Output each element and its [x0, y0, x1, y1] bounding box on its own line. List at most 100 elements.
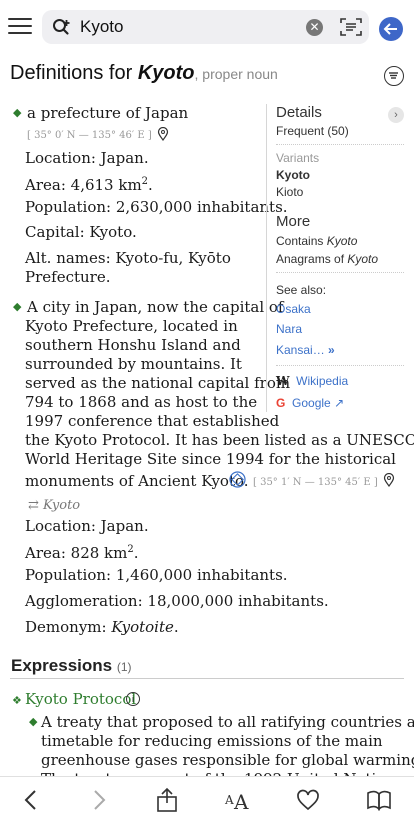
expression-bullet-icon: ❖ — [12, 694, 22, 707]
expression-definition-line: timetable for reducing emissions of the … — [41, 732, 383, 750]
population-text: Population: 2,630,000 inhabitants. — [25, 198, 288, 216]
info-icon[interactable]: i — [126, 692, 140, 706]
share-icon[interactable] — [154, 787, 180, 813]
scan-text-icon[interactable] — [340, 17, 362, 37]
see-also-link[interactable]: Kansai… » — [276, 343, 335, 357]
top-bar: Kyoto ✕ — [0, 0, 414, 56]
see-also-label: See also: — [276, 283, 327, 297]
agglomeration-text: Agglomeration: 18,000,000 inhabitants. — [25, 592, 329, 610]
filter-icon[interactable] — [384, 66, 404, 86]
definition-line: A city in Japan, now the capital of — [27, 298, 284, 316]
definition-line: Kyoto Prefecture, located in — [25, 317, 238, 335]
contains-prefix: Contains — [276, 234, 327, 248]
part-of-speech: , proper noun — [194, 66, 278, 82]
wikipedia-icon: W — [276, 374, 290, 388]
definition-line: 794 to 1868 and as host to the — [25, 393, 258, 411]
variant-item[interactable]: Kyoto — [276, 168, 310, 182]
expressions-heading: Expressions (1) — [11, 656, 132, 676]
definition-line: the Kyoto Protocol. It has been listed a… — [25, 431, 414, 449]
anagrams-prefix: Anagrams of — [276, 252, 348, 266]
contains-link[interactable]: Contains Kyoto — [276, 234, 357, 248]
area-text: Area: 4,613 km2. — [25, 172, 153, 195]
definition-line: surrounded by mountains. It — [25, 355, 242, 373]
see-reference[interactable]: ⇄ Kyoto — [28, 496, 80, 515]
external-link-icon: ↗ — [334, 396, 345, 410]
definition-line: served as the national capital from — [25, 374, 291, 392]
expression-definition-line: greenhouse gases responsible for global … — [41, 751, 414, 769]
google-link[interactable]: G Google ↗ — [276, 396, 344, 410]
alt-names-text-2: Prefecture. — [25, 268, 111, 286]
definition-line: southern Honshu Island and — [25, 336, 241, 354]
area-label: Area: 828 km — [25, 544, 128, 562]
wikipedia-link[interactable]: W Wikipedia — [276, 374, 348, 388]
wikipedia-label: Wikipedia — [296, 374, 349, 388]
menu-icon[interactable] — [8, 18, 32, 40]
unesco-icon[interactable] — [229, 471, 246, 488]
clear-icon[interactable]: ✕ — [306, 19, 323, 36]
contains-word: Kyoto — [326, 234, 358, 248]
definition-title: a prefecture of Japan — [27, 104, 189, 122]
demonym-text: Demonym: Kyotoite. — [25, 618, 179, 637]
expressions-title: Expressions — [11, 656, 113, 675]
map-pin-icon[interactable] — [157, 127, 169, 141]
svg-text:A: A — [224, 793, 234, 807]
alt-names-text: Alt. names: Kyoto-fu, Kyōto — [25, 249, 231, 267]
bullet-icon: ◆ — [13, 106, 22, 119]
see-also-link[interactable]: Nara — [276, 322, 302, 336]
area-end: . — [133, 544, 139, 562]
bullet-icon: ◆ — [13, 300, 22, 313]
google-icon: G — [276, 396, 286, 410]
demonym-end: . — [173, 618, 179, 636]
demonym-label: Demonym: — [25, 618, 112, 636]
bottom-toolbar: AA — [0, 776, 414, 822]
title-word: Kyoto — [137, 62, 195, 84]
demonym-word: Kyotoite — [111, 618, 174, 636]
details-heading[interactable]: Details — [276, 104, 322, 121]
chevron-right-icon[interactable]: › — [388, 107, 404, 123]
text-size-icon[interactable]: AA — [224, 787, 250, 813]
area-text: Area: 828 km2. — [25, 540, 139, 563]
more-arrow-icon: » — [328, 343, 335, 357]
back-icon[interactable] — [18, 787, 44, 813]
page-title: Definitions for Kyoto, proper noun — [10, 62, 278, 85]
divider — [276, 272, 404, 273]
divider — [276, 144, 404, 145]
see-also-link-text: Kansai… — [276, 343, 325, 357]
more-heading: More — [276, 213, 311, 230]
divider — [276, 365, 404, 366]
google-label: Google — [292, 396, 331, 410]
location-text: Location: Japan. — [25, 149, 149, 167]
definition-line: World Heritage Site since 1994 for the h… — [25, 450, 396, 468]
swap-arrows-icon: ⇄ — [28, 498, 44, 513]
area-label: Area: 4,613 km — [25, 176, 142, 194]
coordinates: [ 35° 0′ N — 135° 46′ E ] — [27, 130, 152, 141]
expressions-count: (1) — [116, 660, 132, 674]
population-text: Population: 1,460,000 inhabitants. — [25, 566, 288, 584]
expression-link[interactable]: Kyoto Protocol — [25, 690, 136, 708]
back-arrow-icon[interactable] — [379, 17, 403, 41]
anagrams-link[interactable]: Anagrams of Kyoto — [276, 252, 378, 266]
location-text: Location: Japan. — [25, 517, 149, 535]
title-prefix: Definitions for — [10, 62, 138, 84]
coordinates: [ 35° 1′ N — 135° 45′ E ] — [253, 477, 378, 488]
expression-definition-line: A treaty that proposed to all ratifying … — [41, 713, 414, 731]
variants-label: Variants — [276, 151, 320, 165]
forward-icon[interactable] — [86, 787, 112, 813]
search-field[interactable]: Kyoto ✕ — [42, 10, 369, 44]
svg-text:A: A — [233, 790, 249, 813]
capital-text: Capital: Kyoto. — [25, 223, 137, 241]
bullet-icon: ◆ — [29, 715, 38, 728]
search-add-icon — [53, 19, 70, 35]
see-also-link[interactable]: Osaka — [276, 302, 311, 316]
area-end: . — [148, 176, 153, 194]
definition-line: 1997 conference that established — [25, 412, 280, 430]
bookmarks-icon[interactable] — [366, 787, 392, 813]
search-input[interactable]: Kyoto — [80, 17, 123, 37]
see-reference-word: Kyoto — [43, 498, 81, 513]
favorite-icon[interactable] — [295, 787, 321, 813]
anagrams-word: Kyoto — [347, 252, 379, 266]
map-pin-icon[interactable] — [383, 473, 395, 487]
frequency-text: Frequent (50) — [276, 124, 349, 138]
variant-item[interactable]: Kioto — [276, 185, 303, 199]
divider — [10, 678, 404, 679]
